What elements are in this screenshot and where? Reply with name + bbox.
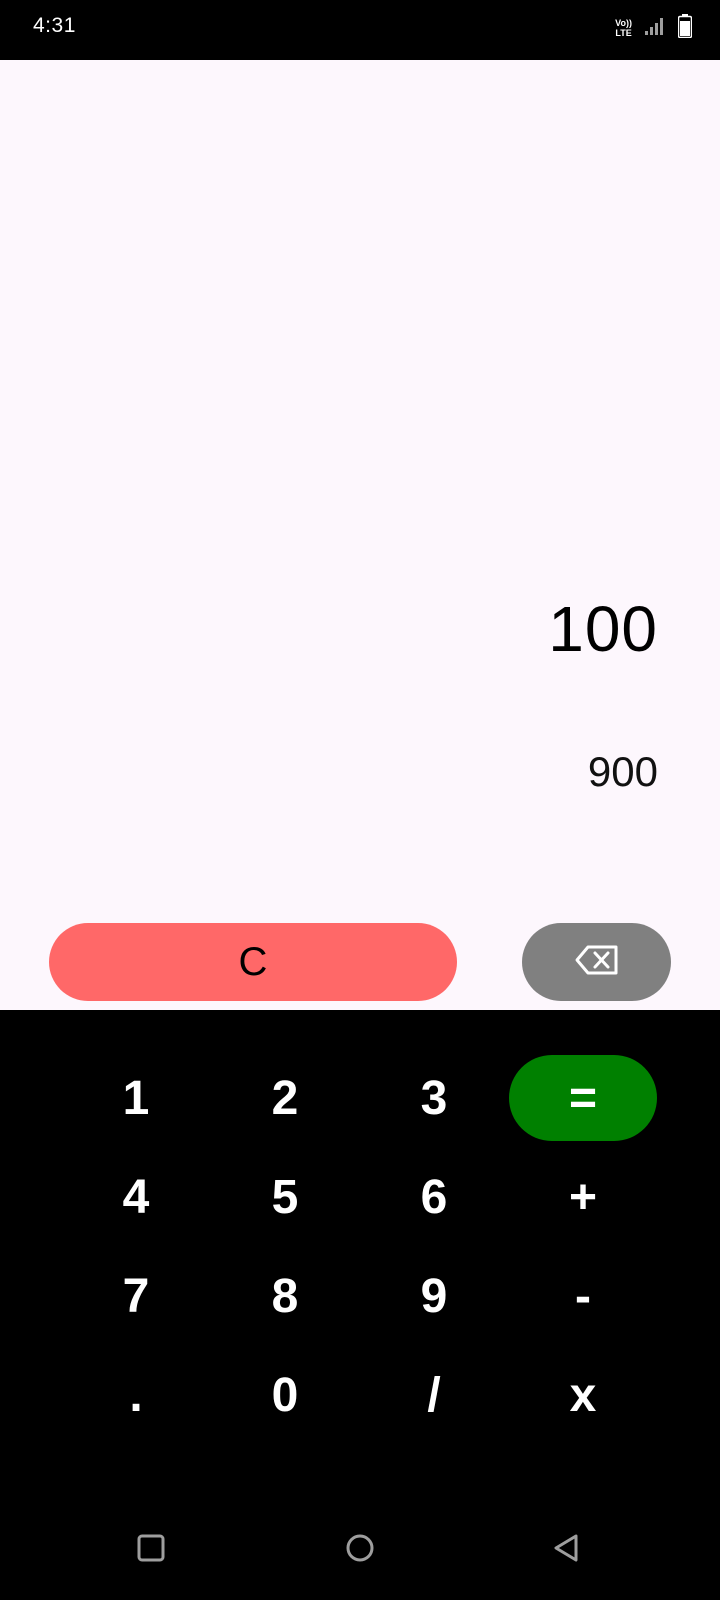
backspace-icon	[575, 945, 619, 980]
key-multiply-label: x	[569, 1368, 597, 1422]
key-1-label: 1	[122, 1071, 150, 1125]
key-4-button[interactable]: 4	[62, 1154, 210, 1240]
display-area: 100 900 C	[0, 60, 720, 1010]
key-equals-label: =	[568, 1071, 598, 1125]
status-time: 4:31	[33, 14, 76, 37]
key-6-label: 6	[420, 1170, 448, 1224]
key-divide-button[interactable]: /	[360, 1352, 508, 1438]
volte-top-label: Vo))	[615, 18, 632, 28]
key-4-label: 4	[122, 1170, 150, 1224]
key-0-button[interactable]: 0	[211, 1352, 359, 1438]
key-plus-label: +	[568, 1170, 598, 1224]
key-7-label: 7	[122, 1269, 150, 1323]
expression-display: 100	[548, 593, 658, 665]
key-minus-button[interactable]: -	[509, 1253, 657, 1339]
key-2-label: 2	[271, 1071, 299, 1125]
back-button[interactable]	[536, 1520, 596, 1580]
calculator-screen: 4:31 Vo)) LTE 100 900 C 1 2 3 = 4 5 6 + …	[0, 0, 720, 1600]
key-9-label: 9	[420, 1269, 448, 1323]
status-bar: 4:31 Vo)) LTE	[0, 0, 720, 60]
volte-icon: Vo)) LTE	[615, 18, 632, 38]
recent-apps-button[interactable]	[121, 1520, 181, 1580]
key-8-button[interactable]: 8	[211, 1253, 359, 1339]
key-9-button[interactable]: 9	[360, 1253, 508, 1339]
key-decimal-button[interactable]: .	[62, 1352, 210, 1438]
key-plus-button[interactable]: +	[509, 1154, 657, 1240]
recent-apps-icon	[137, 1534, 165, 1567]
key-8-label: 8	[271, 1269, 299, 1323]
status-icons: Vo)) LTE	[615, 13, 693, 43]
key-1-button[interactable]: 1	[62, 1055, 210, 1141]
home-button[interactable]	[330, 1520, 390, 1580]
result-display: 900	[587, 748, 658, 795]
keypad: 1 2 3 = 4 5 6 +7 8 9 -. 0 / x	[0, 1010, 720, 1500]
key-6-button[interactable]: 6	[360, 1154, 508, 1240]
key-2-button[interactable]: 2	[211, 1055, 359, 1141]
clear-button-label: C	[238, 939, 268, 984]
clear-button[interactable]: C	[49, 923, 457, 1001]
key-7-button[interactable]: 7	[62, 1253, 210, 1339]
key-5-label: 5	[271, 1170, 299, 1224]
battery-icon	[677, 13, 693, 43]
key-equals-button[interactable]: =	[509, 1055, 657, 1141]
home-icon	[345, 1533, 375, 1568]
backspace-button[interactable]	[522, 923, 671, 1001]
key-multiply-button[interactable]: x	[509, 1352, 657, 1438]
key-0-label: 0	[271, 1368, 299, 1422]
key-5-button[interactable]: 5	[211, 1154, 359, 1240]
signal-icon	[644, 16, 666, 41]
key-minus-label: -	[575, 1269, 591, 1323]
back-icon	[551, 1533, 581, 1568]
volte-bottom-label: LTE	[615, 28, 632, 38]
key-divide-label: /	[427, 1368, 441, 1422]
key-3-button[interactable]: 3	[360, 1055, 508, 1141]
key-decimal-label: .	[129, 1368, 143, 1422]
navigation-bar	[0, 1500, 720, 1600]
key-3-label: 3	[420, 1071, 448, 1125]
